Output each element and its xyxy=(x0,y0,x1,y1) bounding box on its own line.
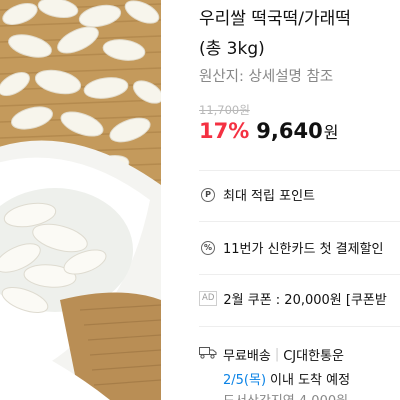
ad-badge: AD xyxy=(199,291,218,306)
product-title-line1: 우리쌀 떡국떡/가래떡 xyxy=(199,9,351,29)
origin-text: 원산지: 상세설명 참조 xyxy=(199,69,334,85)
product-info-panel: 우리쌀 떡국떡/가래떡 (총 3kg) 원산지: 상세설명 참조 11,700원… xyxy=(161,0,400,400)
card-discount-row[interactable]: % 11번가 신한카드 첫 결제할인 xyxy=(199,238,384,257)
original-price: 11,700원 xyxy=(199,103,250,117)
divider xyxy=(199,221,400,222)
divider xyxy=(199,326,400,327)
point-p-icon: P xyxy=(201,187,215,202)
free-shipping-label: 무료배송 xyxy=(223,349,271,364)
divider xyxy=(199,170,400,171)
percent-icon: % xyxy=(201,240,215,255)
island-fee-text: 도서산간지역 4,000원 xyxy=(223,390,348,400)
price-amount: 9,640 xyxy=(256,119,323,143)
arrival-row: 2/5(목) 이내 도착 예정 xyxy=(223,369,350,388)
coupon-row[interactable]: AD 2월 쿠폰 : 20,000원 [쿠폰받 xyxy=(199,289,387,308)
discount-rate: 17% xyxy=(199,119,250,143)
arrival-text: 이내 도착 예정 xyxy=(270,373,351,388)
card-discount-label: 11번가 신한카드 첫 결제할인 xyxy=(223,242,384,257)
product-image[interactable] xyxy=(0,0,161,400)
island-fee-row: 도서산간지역 4,000원 xyxy=(223,390,348,400)
shipping-row: 무료배송 | CJ대한통운 xyxy=(199,345,344,364)
coupon-label: 2월 쿠폰 : 20,000원 [쿠폰받 xyxy=(223,293,387,308)
max-points-label: 최대 적립 포인트 xyxy=(223,189,315,204)
arrival-date: 2/5(목) xyxy=(223,373,267,388)
carrier-name: CJ대한통운 xyxy=(283,349,344,364)
price-unit: 원 xyxy=(323,123,339,142)
rice-cake-photo xyxy=(0,0,161,400)
product-title-line2: (총 3kg) xyxy=(199,39,265,59)
delivery-truck-icon xyxy=(199,346,217,363)
sale-price: 17% 9,640원 xyxy=(199,119,338,143)
separator-bar: | xyxy=(274,347,280,362)
divider xyxy=(199,274,400,275)
max-points-row[interactable]: P 최대 적립 포인트 xyxy=(199,185,315,204)
